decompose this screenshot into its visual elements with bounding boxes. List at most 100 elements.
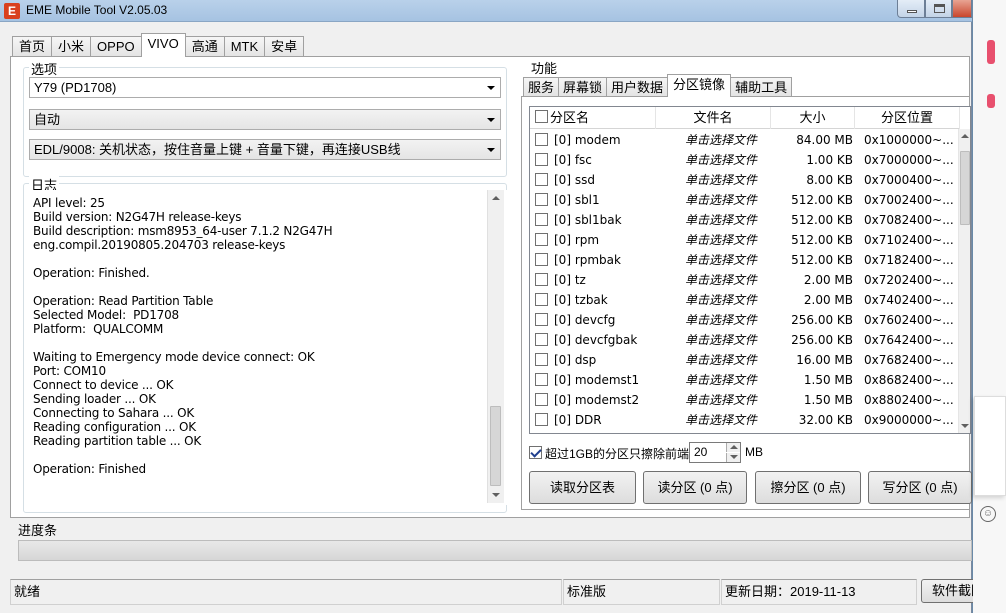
main-tab-5[interactable]: MTK bbox=[223, 36, 266, 57]
main-tab-4[interactable]: 高通 bbox=[184, 36, 225, 57]
erase-size-stepper[interactable]: 20 bbox=[689, 442, 741, 463]
row-checkbox[interactable] bbox=[535, 333, 548, 346]
table-row[interactable]: [0] ssd 单击选择文件 8.00 KB 0x7000400~... bbox=[530, 170, 960, 190]
function-tab-0[interactable]: 服务 bbox=[523, 77, 560, 97]
row-checkbox[interactable] bbox=[535, 133, 548, 146]
model-select[interactable]: Y79 (PD1708) bbox=[29, 77, 501, 98]
function-tab-2[interactable]: 用户数据 bbox=[606, 77, 669, 97]
write-partition-button[interactable]: 写分区 (0 点) bbox=[868, 471, 972, 504]
main-tab-3[interactable]: VIVO bbox=[140, 33, 186, 57]
table-row[interactable]: [0] tzbak 单击选择文件 2.00 MB 0x7402400~... bbox=[530, 290, 960, 310]
partition-location: 0x1000000~... bbox=[864, 133, 954, 147]
partition-location: 0x7602400~... bbox=[864, 313, 954, 327]
row-checkbox[interactable] bbox=[535, 173, 548, 186]
function-tab-3[interactable]: 分区镜像 bbox=[667, 74, 732, 97]
row-checkbox[interactable] bbox=[535, 213, 548, 226]
table-row[interactable]: [0] sbl1bak 单击选择文件 512.00 KB 0x7082400~... bbox=[530, 210, 960, 230]
log-scrollbar[interactable] bbox=[487, 190, 504, 503]
table-row[interactable]: [0] modem 单击选择文件 84.00 MB 0x1000000~... bbox=[530, 130, 960, 150]
log-text: API level: 25 Build version: N2G47H relea… bbox=[33, 196, 483, 476]
partition-file[interactable]: 单击选择文件 bbox=[685, 410, 780, 430]
log-textarea[interactable]: API level: 25 Build version: N2G47H relea… bbox=[25, 190, 507, 505]
title-bar[interactable]: E EME Mobile Tool V2.05.03 bbox=[0, 0, 972, 22]
row-checkbox[interactable] bbox=[535, 153, 548, 166]
spin-down-button[interactable] bbox=[726, 453, 740, 462]
table-row[interactable]: [0] devcfg 单击选择文件 256.00 KB 0x7602400~... bbox=[530, 310, 960, 330]
row-checkbox[interactable] bbox=[535, 193, 548, 206]
row-checkbox[interactable] bbox=[535, 413, 548, 426]
erase-front-checkbox[interactable] bbox=[529, 446, 542, 459]
emoji-icon[interactable]: ☺ bbox=[980, 506, 996, 522]
scroll-down-icon[interactable] bbox=[492, 493, 500, 497]
main-tab-2[interactable]: OPPO bbox=[90, 36, 142, 57]
partition-file[interactable]: 单击选择文件 bbox=[685, 210, 780, 230]
table-scrollbar[interactable] bbox=[958, 129, 970, 433]
table-row[interactable]: [0] rpmbak 单击选择文件 512.00 KB 0x7182400~... bbox=[530, 250, 960, 270]
side-marker-icon bbox=[987, 94, 995, 108]
partition-file[interactable]: 单击选择文件 bbox=[685, 310, 780, 330]
partition-file[interactable]: 单击选择文件 bbox=[685, 250, 780, 270]
edl-select[interactable]: EDL/9008: 关机状态，按住音量上键 + 音量下键，再连接USB线 bbox=[29, 139, 501, 160]
table-row[interactable]: [0] sbl1 单击选择文件 512.00 KB 0x7002400~... bbox=[530, 190, 960, 210]
partition-file[interactable]: 单击选择文件 bbox=[685, 390, 780, 410]
row-checkbox[interactable] bbox=[535, 293, 548, 306]
partition-file[interactable]: 单击选择文件 bbox=[685, 290, 780, 310]
partition-file[interactable]: 单击选择文件 bbox=[685, 350, 780, 370]
table-row[interactable]: [0] fsc 单击选择文件 1.00 KB 0x7000000~... bbox=[530, 150, 960, 170]
partition-location: 0x8802400~... bbox=[864, 393, 954, 407]
maximize-icon bbox=[934, 4, 945, 13]
screenshot-button[interactable]: 软件截图 bbox=[921, 579, 977, 603]
read-partition-button[interactable]: 读分区 (0 点) bbox=[643, 471, 747, 504]
partition-file[interactable]: 单击选择文件 bbox=[685, 230, 780, 250]
col-size[interactable]: 大小 bbox=[771, 107, 855, 129]
col-file-name[interactable]: 文件名 bbox=[656, 107, 771, 129]
log-scroll-thumb[interactable] bbox=[490, 406, 501, 486]
function-tab-4[interactable]: 辅助工具 bbox=[730, 77, 793, 97]
row-checkbox[interactable] bbox=[535, 393, 548, 406]
row-checkbox[interactable] bbox=[535, 253, 548, 266]
partition-location: 0x7002400~... bbox=[864, 193, 954, 207]
row-checkbox[interactable] bbox=[535, 233, 548, 246]
row-checkbox[interactable] bbox=[535, 373, 548, 386]
partition-file[interactable]: 单击选择文件 bbox=[685, 130, 780, 150]
row-checkbox[interactable] bbox=[535, 273, 548, 286]
table-row[interactable]: [0] modemst1 单击选择文件 1.50 MB 0x8682400~... bbox=[530, 370, 960, 390]
partition-file[interactable]: 单击选择文件 bbox=[685, 330, 780, 350]
table-row[interactable]: [0] tz 单击选择文件 2.00 MB 0x7202400~... bbox=[530, 270, 960, 290]
col-partition-name[interactable]: 分区名 bbox=[550, 107, 656, 129]
table-scroll-thumb[interactable] bbox=[960, 151, 970, 225]
main-tab-0[interactable]: 首页 bbox=[12, 36, 53, 57]
mode-select[interactable]: 自动 bbox=[29, 109, 501, 130]
minimize-button[interactable] bbox=[897, 0, 925, 18]
table-row[interactable]: [0] DDR 单击选择文件 32.00 KB 0x9000000~... bbox=[530, 410, 960, 430]
function-tab-1[interactable]: 屏幕锁 bbox=[558, 77, 608, 97]
main-tab-1[interactable]: 小米 bbox=[51, 36, 92, 57]
table-row[interactable]: [0] modemst2 单击选择文件 1.50 MB 0x8802400~... bbox=[530, 390, 960, 410]
scroll-up-icon[interactable] bbox=[961, 134, 969, 138]
spin-up-button[interactable] bbox=[726, 443, 740, 452]
log-line: Platform: QUALCOMM bbox=[33, 322, 164, 336]
row-checkbox[interactable] bbox=[535, 313, 548, 326]
maximize-button[interactable] bbox=[925, 0, 952, 18]
partition-file[interactable]: 单击选择文件 bbox=[685, 150, 780, 170]
table-row[interactable]: [0] rpm 单击选择文件 512.00 KB 0x7102400~... bbox=[530, 230, 960, 250]
partition-file[interactable]: 单击选择文件 bbox=[685, 170, 780, 190]
table-row[interactable]: [0] dsp 单击选择文件 16.00 MB 0x7682400~... bbox=[530, 350, 960, 370]
partition-file[interactable]: 单击选择文件 bbox=[685, 370, 780, 390]
partition-size: 8.00 KB bbox=[806, 173, 853, 187]
scroll-down-icon[interactable] bbox=[961, 424, 969, 428]
erase-partition-button[interactable]: 擦分区 (0 点) bbox=[755, 471, 861, 504]
table-row[interactable]: [0] devcfgbak 单击选择文件 256.00 KB 0x7642400~..… bbox=[530, 330, 960, 350]
col-location[interactable]: 分区位置 bbox=[855, 107, 960, 129]
read-partition-table-button[interactable]: 读取分区表 bbox=[529, 471, 636, 504]
erase-size-value: 20 bbox=[694, 445, 708, 459]
partition-file[interactable]: 单击选择文件 bbox=[685, 190, 780, 210]
chevron-down-icon bbox=[730, 455, 738, 459]
row-checkbox[interactable] bbox=[535, 353, 548, 366]
scroll-up-icon[interactable] bbox=[492, 196, 500, 200]
partition-location: 0x7000000~... bbox=[864, 153, 954, 167]
close-button[interactable] bbox=[952, 0, 972, 18]
select-all-checkbox[interactable] bbox=[535, 110, 548, 123]
main-tab-6[interactable]: 安卓 bbox=[264, 36, 305, 57]
partition-file[interactable]: 单击选择文件 bbox=[685, 270, 780, 290]
